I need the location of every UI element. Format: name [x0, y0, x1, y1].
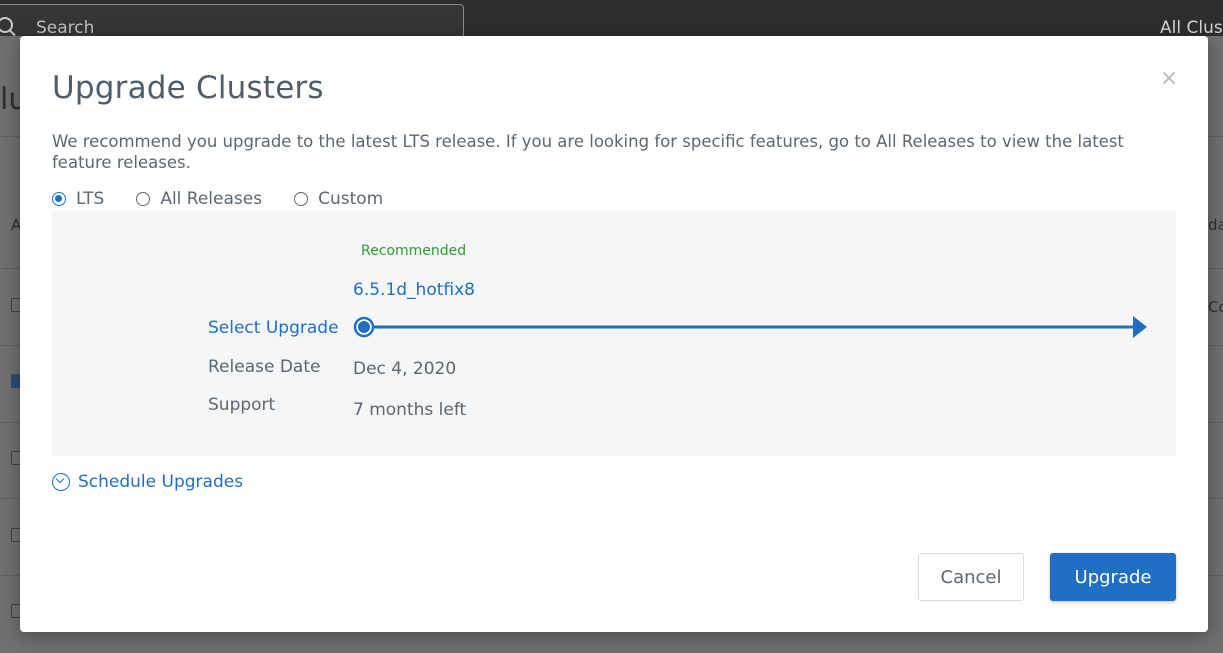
- upgrade-clusters-dialog: Upgrade Clusters × We recommend you upgr…: [20, 36, 1208, 632]
- chevron-down-circle-icon[interactable]: [52, 473, 70, 491]
- recommended-badge: Recommended: [361, 243, 467, 259]
- schedule-upgrades-label[interactable]: Schedule Upgrades: [78, 472, 243, 492]
- radio-button-all-releases[interactable]: [136, 192, 151, 206]
- support-label: Support: [208, 395, 276, 415]
- release-type-radio-group: LTS All Releases Custom: [52, 188, 415, 210]
- timeline-selected-node[interactable]: [353, 316, 375, 338]
- radio-button-lts[interactable]: [52, 192, 66, 206]
- dialog-title: Upgrade Clusters: [52, 70, 324, 106]
- support-value: 7 months left: [353, 400, 467, 420]
- radio-lts[interactable]: LTS: [52, 189, 104, 209]
- select-upgrade-label: Select Upgrade: [208, 318, 339, 338]
- dialog-description: We recommend you upgrade to the latest L…: [52, 132, 1124, 172]
- upgrade-selection-panel: Recommended 6.5.1d_hotfix8 Select Upgrad…: [52, 211, 1176, 456]
- release-date-label: Release Date: [208, 357, 321, 377]
- background-search-placeholder: Search: [36, 18, 95, 38]
- upgrade-button[interactable]: Upgrade: [1050, 553, 1176, 601]
- top-bar: Search All Clus: [0, 0, 1223, 44]
- upgrade-timeline: [353, 316, 1147, 338]
- radio-label-all-releases: All Releases: [160, 189, 263, 209]
- cancel-button[interactable]: Cancel: [918, 553, 1024, 601]
- radio-custom[interactable]: Custom: [294, 189, 383, 209]
- timeline-arrow-icon: [1133, 316, 1147, 338]
- radio-button-custom[interactable]: [294, 192, 309, 206]
- radio-label-custom: Custom: [318, 189, 384, 209]
- search-icon: [0, 17, 13, 33]
- radio-all-releases[interactable]: All Releases: [136, 189, 262, 209]
- release-date-value: Dec 4, 2020: [353, 359, 457, 379]
- background-column-header-right: da: [1208, 216, 1223, 234]
- background-all-clusters-label: All Clus: [1160, 18, 1223, 38]
- version-link[interactable]: 6.5.1d_hotfix8: [353, 280, 475, 300]
- close-icon[interactable]: ×: [1158, 68, 1180, 90]
- schedule-upgrades-toggle[interactable]: Schedule Upgrades: [52, 472, 243, 492]
- background-cell-right: Co: [1208, 298, 1223, 316]
- radio-label-lts: LTS: [76, 189, 105, 209]
